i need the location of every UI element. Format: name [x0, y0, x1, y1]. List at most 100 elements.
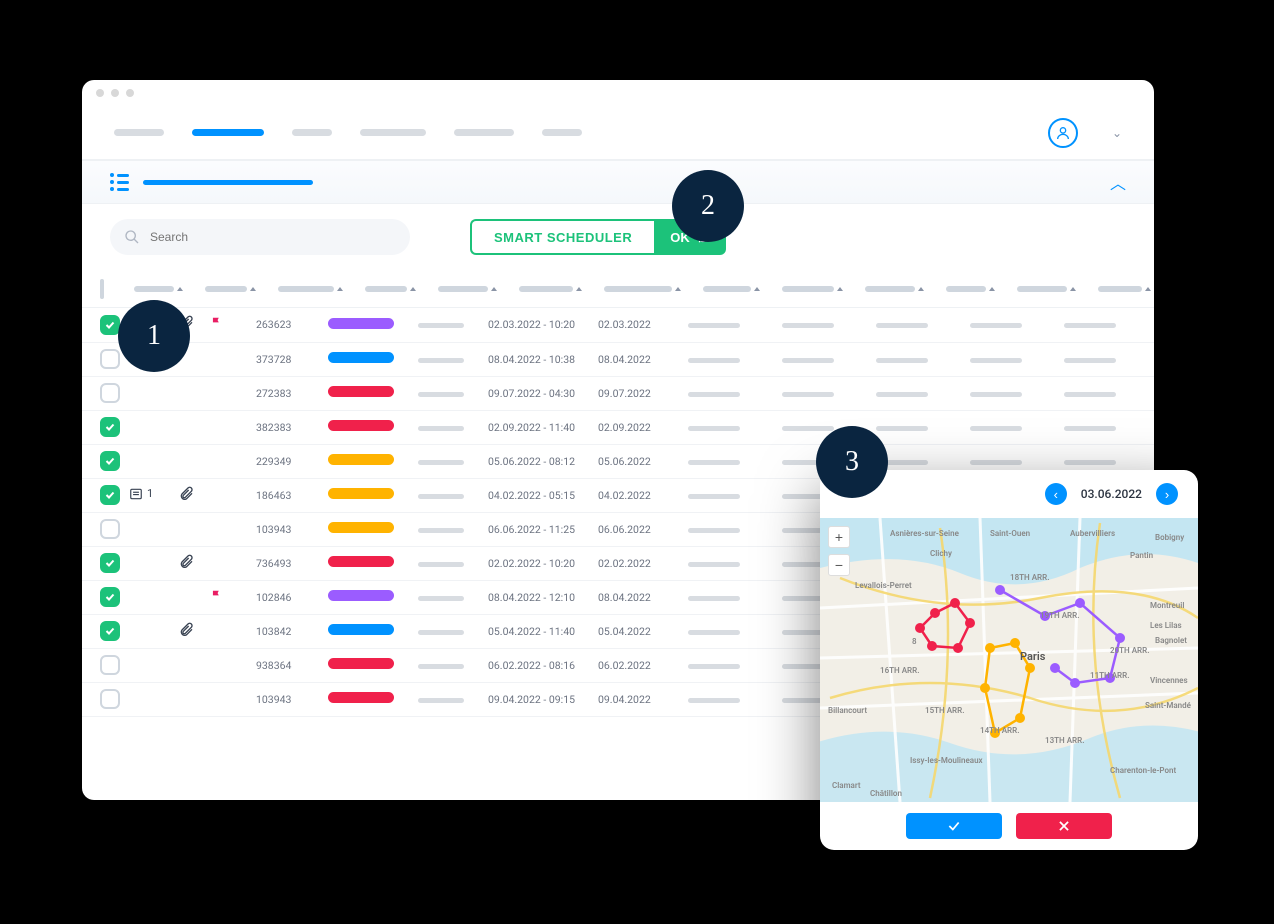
cell-placeholder [1064, 426, 1116, 431]
column-header-1[interactable] [205, 286, 256, 292]
nav-item-4[interactable] [454, 129, 514, 136]
column-header-11[interactable] [1017, 286, 1076, 292]
svg-text:Clichy: Clichy [930, 549, 952, 558]
nav-item-5[interactable] [542, 129, 582, 136]
flag-icon [210, 320, 224, 333]
svg-text:Asnières-sur-Seine: Asnières-sur-Seine [890, 529, 960, 538]
cell-placeholder [688, 528, 740, 533]
max-dot[interactable] [126, 89, 134, 97]
row-checkbox[interactable] [100, 553, 120, 573]
map-viewport[interactable]: + − 8 [820, 518, 1198, 802]
column-header-12[interactable] [1098, 286, 1151, 292]
toolbar: SMART SCHEDULER OK [82, 204, 1154, 270]
svg-text:Levallois-Perret: Levallois-Perret [855, 581, 912, 590]
row-id: 103943 [252, 512, 324, 546]
attachment-icon [178, 492, 194, 505]
close-dot[interactable] [96, 89, 104, 97]
nav-item-1[interactable] [192, 129, 264, 136]
row-checkbox[interactable] [100, 383, 120, 403]
cell-placeholder [418, 426, 464, 431]
date-prev-button[interactable]: ‹ [1045, 483, 1067, 505]
smart-scheduler-button[interactable]: SMART SCHEDULER [470, 219, 654, 255]
cell-placeholder [688, 494, 740, 499]
row-id: 103842 [252, 614, 324, 648]
table-row[interactable]: 27238309.07.2022 - 04:3009.07.2022 [82, 376, 1154, 410]
row-datetime: 04.02.2022 - 05:15 [484, 478, 594, 512]
column-header-2[interactable] [278, 286, 343, 292]
min-dot[interactable] [111, 89, 119, 97]
column-header-4[interactable] [438, 286, 497, 292]
row-checkbox[interactable] [100, 689, 120, 709]
cell-placeholder [1064, 392, 1116, 397]
cell-placeholder [418, 630, 464, 635]
nav-item-2[interactable] [292, 129, 332, 136]
status-pill [328, 420, 394, 431]
status-pill [328, 318, 394, 329]
map-date: 03.06.2022 [1081, 487, 1142, 501]
list-icon [110, 173, 129, 191]
search-input[interactable] [110, 219, 410, 255]
row-checkbox[interactable] [100, 349, 120, 369]
row-checkbox[interactable] [100, 315, 120, 335]
column-header-6[interactable] [604, 286, 681, 292]
row-id: 938364 [252, 648, 324, 682]
cell-placeholder [970, 392, 1022, 397]
table-row[interactable]: 38238302.09.2022 - 11:4002.09.2022 [82, 410, 1154, 444]
row-date: 02.03.2022 [594, 308, 684, 342]
row-datetime: 02.09.2022 - 11:40 [484, 410, 594, 444]
chevron-up-icon[interactable]: ︿ [1110, 170, 1126, 194]
select-all-checkbox[interactable] [100, 279, 104, 299]
user-menu-chevron-icon[interactable]: ⌄ [1112, 126, 1122, 140]
cell-placeholder [970, 426, 1022, 431]
row-date: 09.07.2022 [594, 376, 684, 410]
column-header-3[interactable] [365, 286, 416, 292]
row-checkbox[interactable] [100, 621, 120, 641]
column-header-9[interactable] [865, 286, 924, 292]
check-icon [945, 819, 963, 833]
map-confirm-button[interactable] [906, 813, 1002, 839]
row-checkbox[interactable] [100, 485, 120, 505]
svg-text:Châtillon: Châtillon [870, 789, 902, 798]
row-checkbox[interactable] [100, 451, 120, 471]
nav-item-3[interactable] [360, 129, 426, 136]
cell-placeholder [418, 562, 464, 567]
table-row[interactable]: 37372808.04.2022 - 10:3808.04.2022 [82, 342, 1154, 376]
svg-text:Saint-Mandé: Saint-Mandé [1145, 701, 1192, 710]
cell-placeholder [970, 460, 1022, 465]
svg-text:14TH ARR.: 14TH ARR. [980, 726, 1020, 735]
row-date: 04.02.2022 [594, 478, 684, 512]
row-date: 08.04.2022 [594, 342, 684, 376]
attachment-icon [178, 560, 194, 573]
table-row[interactable]: 26362302.03.2022 - 10:2002.03.2022 [82, 308, 1154, 342]
column-header-5[interactable] [519, 286, 582, 292]
status-pill [328, 352, 394, 363]
row-checkbox[interactable] [100, 417, 120, 437]
user-avatar[interactable] [1048, 118, 1078, 148]
column-header-7[interactable] [703, 286, 760, 292]
column-header-10[interactable] [946, 286, 995, 292]
zoom-out-button[interactable]: − [828, 554, 850, 576]
row-datetime: 09.04.2022 - 09:15 [484, 682, 594, 716]
map-cancel-button[interactable] [1016, 813, 1112, 839]
cell-placeholder [688, 392, 740, 397]
svg-text:19TH ARR.: 19TH ARR. [1040, 611, 1080, 620]
status-pill [328, 658, 394, 669]
column-header-0[interactable] [134, 286, 183, 292]
status-pill [328, 386, 394, 397]
cell-placeholder [688, 664, 740, 669]
cell-placeholder [418, 664, 464, 669]
row-checkbox[interactable] [100, 519, 120, 539]
cell-placeholder [418, 358, 464, 363]
row-checkbox[interactable] [100, 587, 120, 607]
svg-text:13TH ARR.: 13TH ARR. [1045, 736, 1085, 745]
nav-item-0[interactable] [114, 129, 164, 136]
cell-placeholder [418, 698, 464, 703]
row-datetime: 05.04.2022 - 11:40 [484, 614, 594, 648]
zoom-in-button[interactable]: + [828, 526, 850, 548]
window-titlebar [82, 80, 1154, 106]
column-header-row [82, 270, 1154, 308]
svg-text:Saint-Ouen: Saint-Ouen [990, 529, 1031, 538]
column-header-8[interactable] [782, 286, 843, 292]
row-checkbox[interactable] [100, 655, 120, 675]
date-next-button[interactable]: › [1156, 483, 1178, 505]
